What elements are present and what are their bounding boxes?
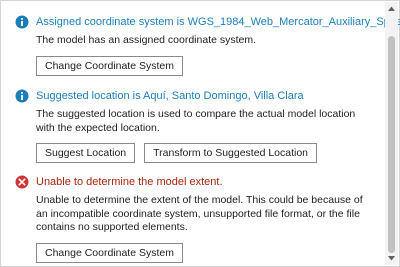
vertical-scrollbar[interactable]: [385, 2, 398, 265]
message-description: Unable to determine the extent of the mo…: [36, 194, 363, 233]
scroll-down-arrow-icon[interactable]: [385, 252, 398, 265]
message-header: Unable to determine the model extent.: [15, 174, 375, 190]
message-actions: Change Coordinate System: [36, 55, 375, 76]
message-title: Assigned coordinate system is WGS_1984_W…: [36, 16, 400, 28]
message-description: The suggested location is used to compar…: [36, 108, 356, 134]
message-header: Assigned coordinate system is WGS_1984_W…: [15, 14, 400, 30]
message-actions: Change Coordinate System: [36, 242, 375, 263]
message-description: The model has an assigned coordinate sys…: [36, 34, 257, 46]
suggest-location-button[interactable]: Suggest Location: [36, 143, 136, 163]
message-suggested-location: Suggested location is Aquí, Santo Doming…: [15, 88, 375, 163]
scrollbar-thumb[interactable]: [388, 36, 395, 253]
message-title: Suggested location is Aquí, Santo Doming…: [36, 90, 304, 102]
change-coordinate-system-button[interactable]: Change Coordinate System: [36, 55, 183, 76]
error-icon: [15, 175, 29, 189]
change-coordinate-system-button[interactable]: Change Coordinate System: [36, 242, 183, 263]
message-coordinate-system: Assigned coordinate system is WGS_1984_W…: [15, 14, 400, 76]
message-model-extent-error: Unable to determine the model extent. Un…: [15, 174, 375, 263]
georeference-messages-panel: Assigned coordinate system is WGS_1984_W…: [0, 0, 400, 267]
message-actions: Suggest Location Transform to Suggested …: [36, 143, 375, 163]
info-icon: [15, 89, 29, 103]
scroll-up-arrow-icon[interactable]: [385, 2, 398, 15]
message-header: Suggested location is Aquí, Santo Doming…: [15, 88, 375, 104]
message-title: Unable to determine the model extent.: [36, 176, 223, 188]
transform-to-suggested-location-button[interactable]: Transform to Suggested Location: [144, 143, 318, 163]
info-icon: [15, 15, 29, 29]
